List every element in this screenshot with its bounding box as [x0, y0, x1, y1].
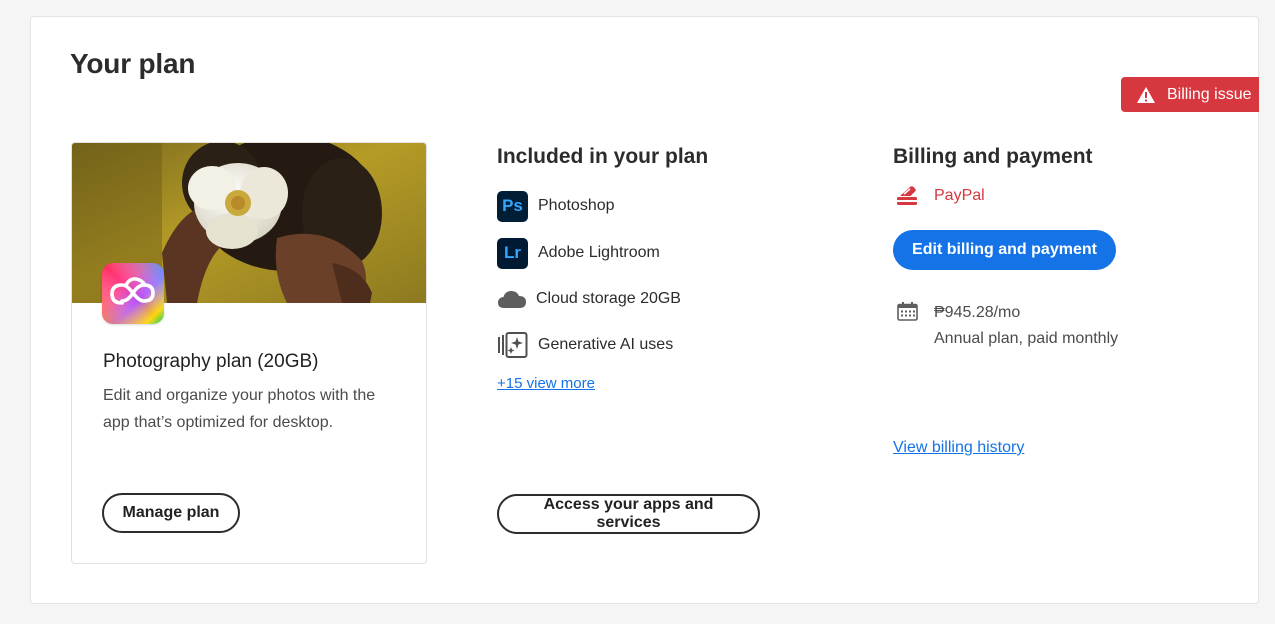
warning-icon	[1136, 86, 1156, 104]
included-item-cloud-storage: Cloud storage 20GB	[497, 283, 681, 315]
included-item-label: Adobe Lightroom	[538, 244, 660, 261]
calendar-icon	[897, 302, 918, 321]
included-item-lightroom: Lr Adobe Lightroom	[497, 237, 660, 269]
plan-price: ₱945.28/mo	[934, 304, 1021, 321]
billing-issue-label: Billing issue	[1167, 85, 1252, 103]
price-info: ₱945.28/mo Annual plan, paid monthly	[897, 302, 1118, 350]
plan-description: Edit and organize your photos with the a…	[103, 387, 376, 431]
included-title: Included in your plan	[497, 145, 709, 168]
price-text: ₱945.28/mo Annual plan, paid monthly	[934, 302, 1118, 350]
access-apps-button[interactable]: Access your apps and services	[497, 494, 760, 534]
payment-method-label: PayPal	[934, 187, 985, 204]
billing-title: Billing and payment	[893, 145, 1093, 168]
plan-term: Annual plan, paid monthly	[934, 330, 1119, 347]
generative-ai-icon	[497, 332, 528, 358]
view-more-link[interactable]: +15 view more	[497, 375, 595, 392]
payment-method: PayPal	[895, 184, 985, 208]
included-item-label: Generative AI uses	[538, 336, 674, 353]
edit-billing-button[interactable]: Edit billing and payment	[893, 230, 1116, 270]
included-item-generative-ai: Generative AI uses	[497, 329, 673, 361]
lightroom-icon: Lr	[497, 237, 528, 269]
payment-card-icon	[895, 184, 919, 208]
page-title: Your plan	[70, 48, 196, 79]
creative-cloud-icon	[102, 263, 164, 324]
included-item-label: Photoshop	[538, 197, 615, 214]
billing-issue-badge[interactable]: Billing issue	[1121, 77, 1259, 112]
included-item-label: Cloud storage 20GB	[536, 290, 681, 307]
billing-history-link[interactable]: View billing history	[893, 439, 1024, 457]
included-item-photoshop: Ps Photoshop	[497, 190, 615, 222]
manage-plan-button[interactable]: Manage plan	[102, 493, 240, 533]
photoshop-icon: Ps	[497, 190, 528, 222]
plan-name: Photography plan (20GB)	[103, 351, 319, 372]
plan-card: Photography plan (20GB) Edit and organiz…	[71, 142, 427, 564]
cloud-icon	[497, 288, 527, 310]
